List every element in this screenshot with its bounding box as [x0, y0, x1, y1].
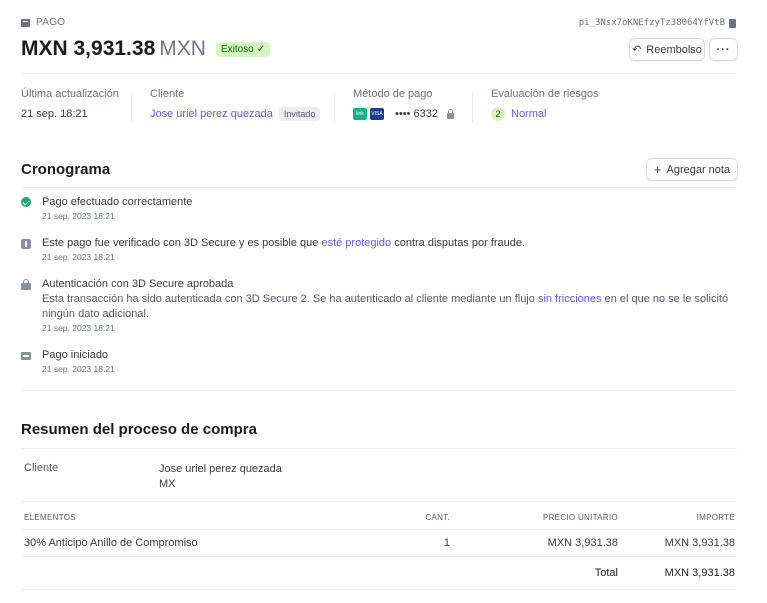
payment-id[interactable]: pi_3Nsx7oKNEfzyTz38064YfVtB — [579, 18, 736, 28]
line-item-amount: MXN 3,931.38 — [664, 537, 735, 549]
link-card-icon: link — [353, 108, 367, 120]
column-header-unit-price: PRECIO UNITARIO — [542, 513, 618, 522]
divider — [21, 529, 737, 530]
checkout-customer-label: Cliente — [24, 462, 59, 474]
status-badge: Exitoso ✓ — [215, 41, 271, 57]
divider — [21, 556, 737, 557]
more-options-button[interactable]: ··· — [709, 38, 738, 61]
more-icon: ··· — [716, 43, 731, 56]
divider — [21, 448, 737, 449]
timeline-title: Cronograma — [21, 161, 111, 178]
divider — [21, 501, 737, 502]
check-circle-icon — [21, 197, 31, 207]
checkout-customer-value: Jose uriel perez quezada MX — [159, 463, 282, 490]
column-header-amount: IMPORTE — [696, 513, 735, 522]
undo-icon: ↶ — [632, 44, 642, 56]
timeline-event: Este pago fue verificado con 3D Secure y… — [21, 236, 737, 262]
risk-evaluation: Evaluación de riesgos 2 Normal — [491, 88, 599, 121]
payment-currency: MXN — [159, 37, 206, 60]
protected-link[interactable]: esté protegido — [321, 237, 391, 249]
column-divider — [472, 92, 473, 122]
divider — [21, 73, 737, 74]
visa-card-icon: VISA — [370, 108, 384, 120]
line-item-qty: 1 — [443, 537, 450, 549]
column-header-qty: CANT. — [425, 513, 450, 522]
card-last4: •••• 6332 — [395, 108, 438, 120]
total-label: Total — [594, 567, 618, 579]
guest-badge: Invitado — [278, 107, 321, 121]
object-type-label: PAGO — [21, 17, 65, 28]
divider — [21, 390, 737, 391]
card-icon — [21, 352, 31, 360]
risk-level-link[interactable]: Normal — [511, 108, 546, 120]
timeline-event: Pago efectuado correctamente 21 sep. 202… — [21, 195, 737, 221]
column-divider — [334, 92, 335, 122]
timeline-event: Pago iniciado 21 sep. 2023 18:21 — [21, 348, 737, 374]
timeline-event: Autenticación con 3D Secure aprobada Est… — [21, 277, 737, 333]
payment-icon — [21, 18, 30, 27]
check-icon: ✓ — [256, 43, 266, 55]
line-item-name: 30% Anticipo Anillo de Compromiso — [24, 537, 198, 549]
refund-button[interactable]: ↶ Reembolso — [629, 38, 705, 61]
line-item-unit-price: MXN 3,931.38 — [547, 537, 618, 549]
customer-link[interactable]: Jose uriel perez quezada — [150, 108, 273, 120]
checkout-summary-title: Resumen del proceso de compra — [21, 421, 257, 438]
divider — [21, 589, 737, 590]
info-icon — [21, 239, 31, 249]
lock-icon — [21, 279, 31, 290]
payment-amount-row: MXN 3,931.38 MXN Exitoso ✓ — [21, 37, 271, 61]
frictionless-link[interactable]: sin fricciones — [538, 293, 602, 305]
copy-icon[interactable] — [729, 18, 736, 28]
risk-score-badge: 2 — [491, 107, 505, 121]
plus-icon: + — [653, 162, 662, 177]
payment-method: Método de pago link VISA •••• 6332 — [353, 88, 454, 122]
divider — [21, 187, 737, 188]
lock-icon — [446, 108, 454, 119]
total-value: MXN 3,931.38 — [664, 567, 735, 579]
column-divider — [131, 92, 132, 122]
last-updated: Última actualización 21 sep. 18:21 — [21, 88, 119, 120]
payment-amount: MXN 3,931.38 — [21, 37, 156, 60]
column-header-items: ELEMENTOS — [24, 513, 76, 522]
add-note-button[interactable]: + Agregar nota — [646, 158, 738, 181]
customer-info: Cliente Jose uriel perez quezada Invitad… — [150, 88, 321, 122]
